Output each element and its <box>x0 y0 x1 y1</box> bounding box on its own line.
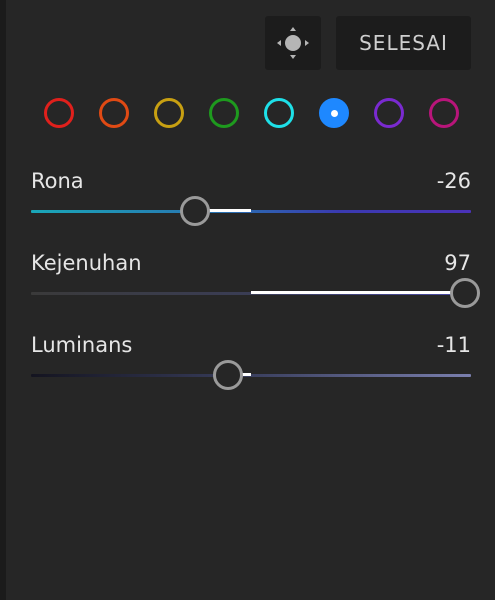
hue-track[interactable] <box>31 210 471 213</box>
swatch-blue[interactable] <box>319 98 349 128</box>
saturation-value: 97 <box>444 251 471 275</box>
done-button[interactable]: SELESAI <box>336 16 471 70</box>
targeted-adjustment-button[interactable] <box>265 16 321 70</box>
luminance-track[interactable] <box>31 374 471 377</box>
top-toolbar: SELESAI <box>0 0 495 80</box>
swatch-green[interactable] <box>209 98 239 128</box>
move-crosshair-icon <box>277 27 309 59</box>
left-panel-edge <box>0 0 6 600</box>
luminance-label: Luminans <box>31 333 133 357</box>
luminance-slider-row: Luminans -11 <box>31 333 471 403</box>
swatch-yellow[interactable] <box>154 98 184 128</box>
saturation-slider-thumb[interactable] <box>450 278 481 308</box>
hue-value: -26 <box>436 169 471 193</box>
swatch-orange[interactable] <box>99 98 129 128</box>
swatch-purple[interactable] <box>374 98 404 128</box>
saturation-label: Kejenuhan <box>31 251 142 275</box>
swatch-aqua[interactable] <box>264 98 294 128</box>
swatch-red[interactable] <box>44 98 74 128</box>
swatch-magenta[interactable] <box>429 98 459 128</box>
hue-label: Rona <box>31 169 84 193</box>
color-swatch-row <box>0 94 495 132</box>
luminance-value: -11 <box>436 333 471 357</box>
saturation-fill <box>251 291 465 294</box>
saturation-slider-row: Kejenuhan 97 <box>31 251 481 321</box>
hue-slider-row: Rona -26 <box>31 169 471 239</box>
luminance-slider-thumb[interactable] <box>212 360 243 390</box>
hue-slider-thumb[interactable] <box>179 196 210 226</box>
